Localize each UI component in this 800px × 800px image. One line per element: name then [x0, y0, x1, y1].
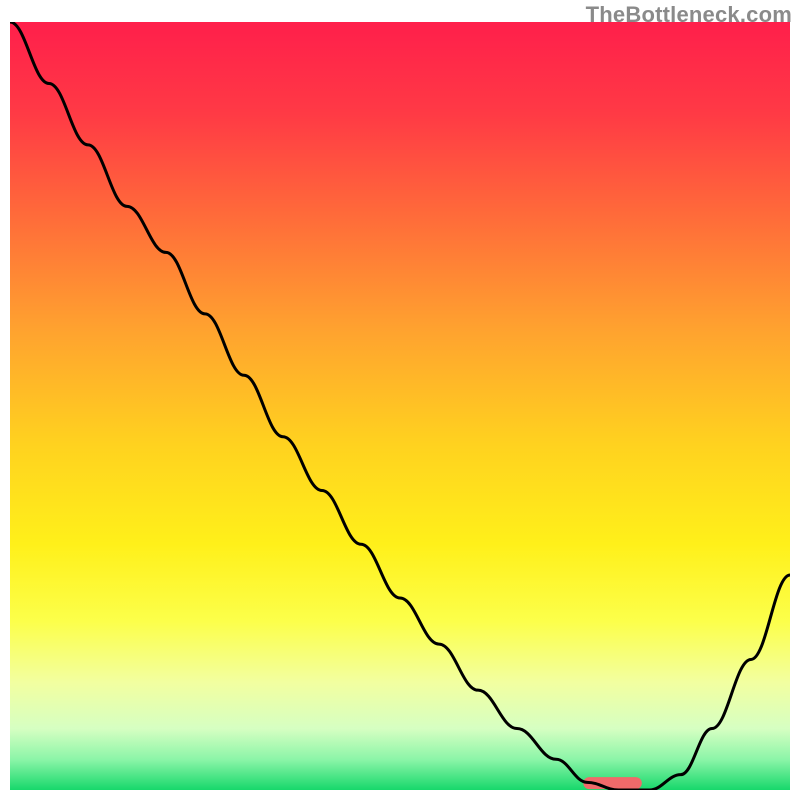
gradient-background — [10, 22, 790, 790]
chart-frame: TheBottleneck.com — [0, 0, 800, 800]
bottleneck-chart — [10, 22, 790, 790]
